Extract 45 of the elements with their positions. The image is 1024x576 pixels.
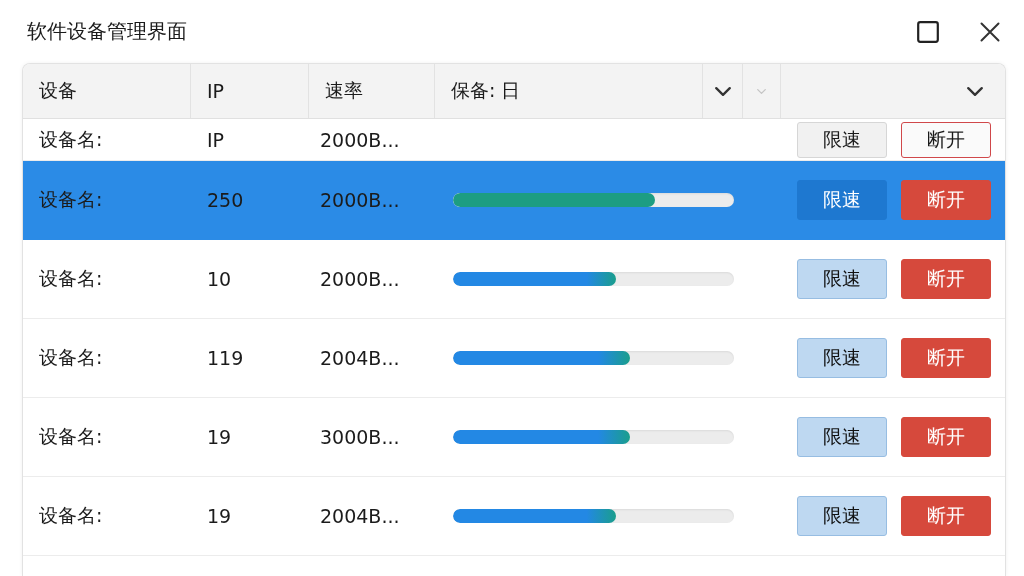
close-icon[interactable] xyxy=(980,21,1000,42)
ip-address: 10 xyxy=(207,268,232,290)
device-name: 设备名: xyxy=(39,126,103,152)
ip-address: 19 xyxy=(207,505,232,527)
transfer-rate: 2000B... xyxy=(320,268,400,290)
ip-address: 250 xyxy=(207,189,244,211)
maximize-icon[interactable] xyxy=(917,20,939,43)
limit-speed-button[interactable]: 限速 xyxy=(797,259,887,299)
disconnect-button[interactable]: 断开 xyxy=(901,259,991,299)
table-row[interactable]: 设备名: 19 3000B... 限速 断开 xyxy=(23,398,1005,477)
column-header[interactable]: IP xyxy=(207,80,225,102)
device-name: 设备名: xyxy=(39,424,103,449)
transfer-rate: 2004B... xyxy=(320,347,400,369)
table-row[interactable]: 设备名: 119 2004B... 限速 断开 xyxy=(23,319,1005,398)
disconnect-button[interactable]: 断开 xyxy=(901,417,991,457)
device-name: 设备名: xyxy=(39,187,103,212)
table-row[interactable]: 设备名: 10 2000B... 限速 断开 xyxy=(23,240,1005,319)
limit-speed-button[interactable]: 限速 xyxy=(797,417,887,457)
column-header[interactable]: 速率 xyxy=(325,78,363,104)
limit-speed-button[interactable]: 限速 xyxy=(797,121,887,158)
limit-speed-button[interactable]: 限速 xyxy=(797,338,887,378)
limit-speed-button[interactable]: 限速 xyxy=(797,496,887,536)
table-row[interactable]: 设备名: 19 2004B... 限速 断开 xyxy=(23,477,1005,556)
transfer-rate: 2004B... xyxy=(320,505,400,527)
transfer-rate: 3000B... xyxy=(320,426,400,448)
limit-speed-button[interactable]: 限速 xyxy=(797,180,887,220)
window-title: 软件设备管理界面 xyxy=(27,18,187,45)
ip-address: 119 xyxy=(207,347,244,369)
disconnect-button[interactable]: 断开 xyxy=(901,496,991,536)
chevron-down-icon[interactable] xyxy=(967,86,983,96)
ip-address: 19 xyxy=(207,426,232,448)
column-header[interactable]: 设备 xyxy=(39,78,77,104)
chevron-down-icon[interactable] xyxy=(714,86,731,96)
device-name: 设备名: xyxy=(39,503,103,528)
device-name: 设备名: xyxy=(39,266,103,291)
disconnect-button[interactable]: 断开 xyxy=(901,121,991,158)
column-header[interactable]: 保备: 日 xyxy=(451,78,521,104)
table-row[interactable]: 设备名: 250 2000B... 限速 断开 xyxy=(23,161,1005,240)
disconnect-button[interactable]: 断开 xyxy=(901,338,991,378)
transfer-rate: 2000B... xyxy=(320,189,400,211)
transfer-rate: 2000B... xyxy=(320,128,400,151)
table-row[interactable]: 设备名: IP 2000B... 限速 断开 xyxy=(23,119,1005,161)
device-name: 设备名: xyxy=(39,345,103,370)
ip-address: IP xyxy=(207,128,225,151)
disconnect-button[interactable]: 断开 xyxy=(901,180,991,220)
